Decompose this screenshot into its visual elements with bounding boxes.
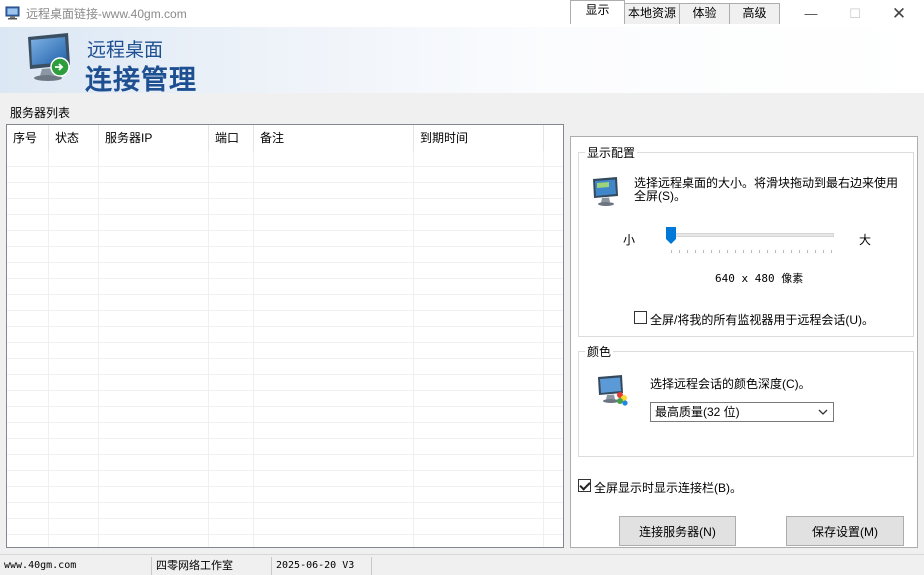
slider-tick — [807, 250, 808, 253]
column-divider — [98, 151, 99, 547]
slider-tick — [751, 250, 752, 253]
slider-max-label: 大 — [859, 233, 872, 247]
color-depth-icon — [598, 375, 628, 406]
status-extra — [372, 557, 924, 575]
column-divider — [48, 151, 49, 547]
multi-monitor-checkbox[interactable] — [634, 311, 647, 324]
remote-desktop-app-icon — [5, 6, 20, 20]
tab-advanced[interactable]: 高级 — [729, 3, 780, 24]
slider-tick — [719, 250, 720, 253]
slider-tick — [687, 250, 688, 253]
column-header-port[interactable]: 端口 — [209, 125, 254, 151]
column-header-index[interactable]: 序号 — [7, 125, 49, 151]
column-header-server-ip[interactable]: 服务器IP — [99, 125, 209, 151]
column-header-expiry[interactable]: 到期时间 — [414, 125, 544, 151]
header-banner: 远程桌面 连接管理 — [0, 27, 924, 95]
tab-local-resources[interactable]: 本地资源 — [624, 3, 680, 24]
slider-tick — [759, 250, 760, 253]
chevron-down-icon — [818, 409, 828, 415]
status-website: www.40gm.com — [0, 557, 152, 575]
color-depth-select[interactable]: 最高质量(32 位) — [650, 402, 834, 422]
multi-monitor-label[interactable]: 全屏/将我的所有监视器用于远程会话(U)。 — [650, 311, 874, 328]
tab-experience[interactable]: 体验 — [679, 3, 730, 24]
window-title: 远程桌面链接-www.40gm.com — [26, 7, 187, 21]
slider-tick — [815, 250, 816, 253]
column-divider — [413, 151, 414, 547]
remote-desktop-logo-icon — [28, 33, 70, 81]
slider-tick — [791, 250, 792, 253]
status-version: 2025-06-20 V3 — [272, 557, 372, 575]
slider-tick — [743, 250, 744, 253]
color-group-title: 颜色 — [585, 343, 614, 360]
slider-tick — [823, 250, 824, 253]
status-bar: www.40gm.com 四零网络工作室 2025-06-20 V3 — [0, 554, 924, 575]
display-size-slider-track[interactable] — [668, 233, 834, 237]
server-list-rows — [7, 151, 563, 547]
display-size-slider-thumb[interactable] — [666, 227, 676, 244]
server-list-view[interactable]: 序号 状态 服务器IP 端口 备注 到期时间 — [6, 124, 564, 548]
color-depth-selected-value: 最高质量(32 位) — [655, 405, 740, 419]
minimize-button[interactable]: — — [788, 0, 834, 27]
column-divider — [543, 151, 544, 547]
resolution-readout: 640 x 480 像素 — [715, 272, 804, 285]
title-bar: 远程桌面链接-www.40gm.com — ☐ ✕ — [0, 0, 924, 27]
display-size-description: 选择远程桌面的大小。将滑块拖动到最右边来使用全屏(S)。 — [634, 176, 899, 203]
slider-tick — [735, 250, 736, 253]
column-header-status[interactable]: 状态 — [49, 125, 99, 151]
status-studio: 四零网络工作室 — [152, 557, 272, 575]
show-connection-bar-checkbox[interactable] — [578, 479, 591, 492]
maximize-button[interactable]: ☐ — [832, 0, 878, 27]
slider-tick — [679, 250, 680, 253]
slider-min-label: 小 — [623, 233, 636, 247]
color-depth-description: 选择远程会话的颜色深度(C)。 — [650, 377, 811, 391]
slider-tick — [783, 250, 784, 253]
slider-tick — [695, 250, 696, 253]
show-connection-bar-label[interactable]: 全屏显示时显示连接栏(B)。 — [594, 479, 742, 496]
server-list-caption: 服务器列表 — [10, 106, 71, 120]
column-divider — [253, 151, 254, 547]
tab-display[interactable]: 显示 — [570, 0, 625, 24]
slider-tick — [775, 250, 776, 253]
column-divider — [208, 151, 209, 547]
connect-server-button[interactable]: 连接服务器(N) — [619, 516, 736, 546]
close-button[interactable]: ✕ — [876, 0, 922, 27]
slider-tick — [799, 250, 800, 253]
slider-tick — [727, 250, 728, 253]
banner-title: 连接管理 — [85, 65, 197, 95]
column-header-remark[interactable]: 备注 — [254, 125, 414, 151]
server-list-header: 序号 状态 服务器IP 端口 备注 到期时间 — [7, 125, 563, 151]
slider-tick — [711, 250, 712, 253]
slider-tick — [703, 250, 704, 253]
save-settings-button[interactable]: 保存设置(M) — [786, 516, 904, 546]
display-config-group-title: 显示配置 — [585, 144, 638, 161]
slider-tick — [831, 250, 832, 253]
monitor-icon — [593, 177, 618, 206]
slider-tick — [767, 250, 768, 253]
slider-tick — [671, 250, 672, 253]
